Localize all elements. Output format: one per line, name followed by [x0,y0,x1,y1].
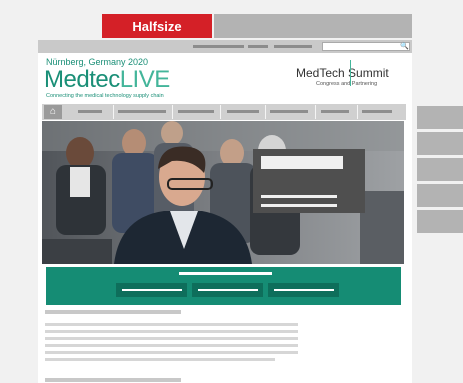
utility-link[interactable] [248,45,268,48]
cta-button-label [122,289,182,291]
utility-link[interactable] [274,45,312,48]
nav-item[interactable] [321,110,349,113]
nav-item[interactable] [178,110,214,113]
nav-divider [113,105,114,119]
summit-tagline: Congress and Partnering [316,81,378,87]
side-button[interactable] [417,132,463,155]
nav-divider [315,105,316,119]
nav-divider [357,105,358,119]
cta-button-label [274,289,334,291]
body-text-line [45,330,298,333]
side-button[interactable] [417,184,463,207]
nav-item[interactable] [362,110,392,113]
section-heading [45,310,181,314]
search-input[interactable] [322,42,410,51]
logo-main-text: Medtec [44,66,120,93]
nav-item[interactable] [227,110,259,113]
nav-divider [172,105,173,119]
body-text-line [45,323,298,326]
body-text-line [45,337,298,340]
tab-halfsize-label: Halfsize [132,18,182,34]
side-button[interactable] [417,106,463,129]
medteclive-logo[interactable]: MedtecLIVE [44,66,170,94]
cta-button-label [198,289,258,291]
tab-halfsize[interactable]: Halfsize [102,14,212,38]
utility-link[interactable] [193,45,244,48]
search-icon[interactable]: 🔍 [400,42,409,51]
body-text-line [45,351,298,354]
overlay-text-line [261,204,337,207]
home-icon[interactable]: ⌂ [44,105,62,119]
logo-tagline: Connecting the medical technology supply… [46,93,164,99]
body-text-line [45,358,275,361]
cta-heading [179,272,272,275]
nav-divider [265,105,266,119]
nav-item[interactable] [118,110,166,113]
tab-fullsize[interactable] [214,14,412,38]
nav-divider [220,105,221,119]
overlay-headline [261,156,343,169]
side-button[interactable] [417,158,463,181]
nav-item[interactable] [78,110,102,113]
overlay-text-line [261,195,337,198]
side-button[interactable] [417,210,463,233]
body-text-line [45,344,298,347]
section-heading [45,378,181,382]
medtech-summit-logo[interactable]: MedTech Summit [296,66,389,80]
logo-accent-text: LIVE [119,66,171,93]
nav-item[interactable] [270,110,308,113]
